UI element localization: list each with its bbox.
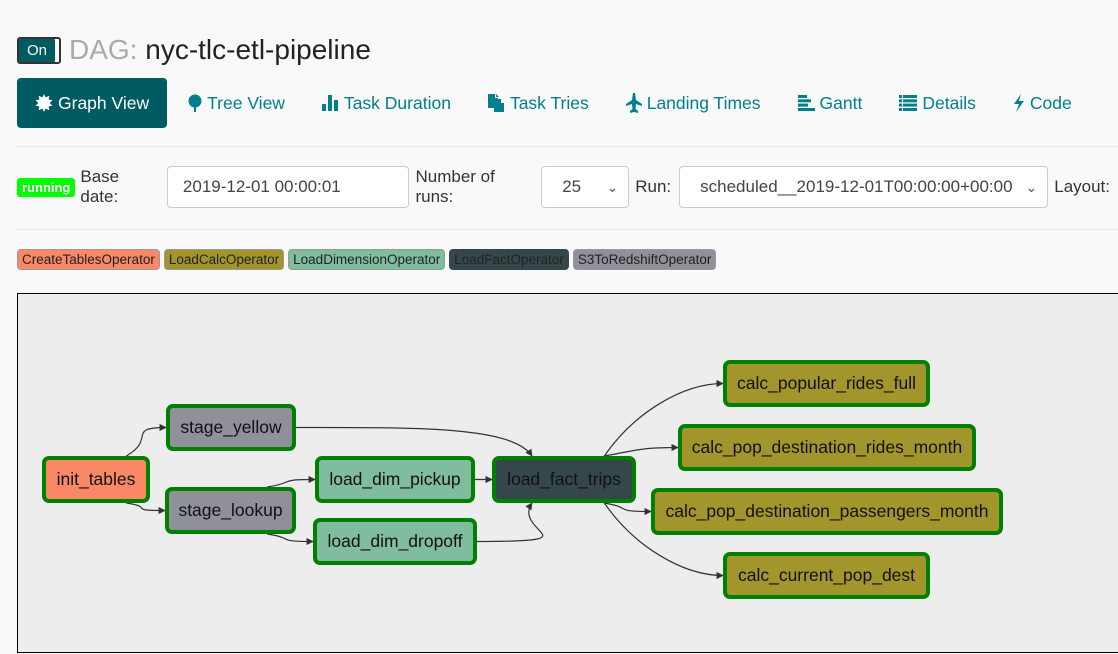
task-label: calc_pop_destination_passengers_month: [665, 501, 989, 521]
task-node-calc-popular-rides-full[interactable]: calc_popular_rides_full: [723, 360, 930, 407]
legend-create-tables-operator[interactable]: CreateTablesOperator: [17, 249, 160, 270]
tree-icon: [188, 94, 202, 112]
run-select[interactable]: scheduled__2019-12-01T00:00:00+00:00 ⌄: [679, 166, 1049, 208]
dag-name: nyc-tlc-etl-pipeline: [145, 34, 371, 65]
task-label: calc_pop_destination_rides_month: [691, 437, 963, 457]
task-node-stage-lookup[interactable]: stage_lookup: [165, 487, 296, 534]
task-label: stage_yellow: [180, 417, 282, 437]
num-runs-label: Number of runs:: [415, 167, 495, 206]
graph-icon: [35, 94, 53, 112]
edge-load-dim-dropoff-to-load-fact-trips: [476, 502, 544, 543]
layout-label: Layout:: [1054, 177, 1110, 196]
edge-init-tables-to-stage-lookup: [126, 502, 166, 515]
task-label: stage_lookup: [178, 500, 283, 520]
legend-s3-to-redshift-operator[interactable]: S3ToRedshiftOperator: [572, 249, 717, 270]
edge-stage-lookup-to-load-dim-dropoff: [267, 533, 314, 546]
task-node-calc-current-pop-dest[interactable]: calc_current_pop_dest: [723, 552, 930, 599]
task-node-load-dim-dropoff[interactable]: load_dim_dropoff: [313, 518, 477, 565]
tab-code[interactable]: Code: [997, 78, 1088, 128]
task-label: calc_popular_rides_full: [737, 373, 916, 393]
run-label: Run:: [635, 177, 672, 196]
num-runs-value: 25: [562, 177, 582, 196]
tab-details[interactable]: Details: [883, 78, 992, 128]
dag-state-badge: running: [17, 177, 76, 197]
view-tabs: Graph View Tree View Task Duration Task …: [17, 78, 1093, 128]
tab-label: Gantt: [819, 92, 863, 113]
dag-on-off-toggle[interactable]: On: [17, 36, 61, 64]
dag-prefix: DAG:: [69, 34, 138, 65]
divider: [17, 146, 1118, 147]
bar-chart-icon: [321, 95, 339, 111]
base-date-label: Base date:: [80, 167, 120, 206]
task-node-calc-pop-destination-passengers-month[interactable]: calc_pop_destination_passengers_month: [651, 488, 1003, 535]
edge-init-tables-to-stage-yellow: [125, 423, 167, 457]
legend-load-fact-operator[interactable]: LoadFactOperator: [449, 249, 569, 270]
tab-landing-times[interactable]: Landing Times: [610, 78, 777, 128]
tab-label: Task Duration: [343, 92, 451, 113]
run-controls: running Base date: 2019-12-01 00:00:01 N…: [17, 166, 1118, 208]
base-date-input[interactable]: 2019-12-01 00:00:01: [166, 166, 410, 208]
edge-stage-lookup-to-load-dim-pickup: [267, 475, 316, 488]
list-icon: [899, 95, 918, 111]
task-label: calc_current_pop_dest: [737, 565, 916, 585]
task-node-load-dim-pickup[interactable]: load_dim_pickup: [315, 456, 475, 503]
num-runs-select[interactable]: 25 ⌄: [541, 166, 630, 208]
files-icon: [487, 94, 505, 112]
bolt-icon: [1013, 94, 1025, 112]
edge-stage-yellow-to-load-fact-trips: [295, 426, 533, 457]
task-label: load_dim_pickup: [329, 469, 461, 489]
tab-graph-view[interactable]: Graph View: [17, 78, 168, 128]
divider: [17, 229, 1118, 230]
tab-gantt[interactable]: Gantt: [782, 78, 879, 128]
run-value: scheduled__2019-12-01T00:00:00+00:00: [700, 177, 1013, 196]
legend-load-calc-operator[interactable]: LoadCalcOperator: [163, 249, 285, 270]
task-node-load-fact-trips[interactable]: load_fact_trips: [492, 456, 636, 503]
task-node-calc-pop-destination-rides-month[interactable]: calc_pop_destination_rides_month: [678, 424, 976, 471]
tab-label: Tree View: [207, 92, 285, 113]
toggle-label: On: [19, 38, 55, 62]
task-label: load_dim_dropoff: [327, 531, 463, 551]
plane-icon: [625, 93, 642, 113]
edge-load-fact-trips-to-calc-pop-destination-rides-month: [604, 443, 679, 457]
task-node-init-tables[interactable]: init_tables: [42, 456, 150, 503]
gantt-icon: [797, 95, 815, 111]
legend-load-dimension-operator[interactable]: LoadDimensionOperator: [288, 249, 446, 270]
task-label: init_tables: [56, 469, 136, 489]
tab-label: Task Tries: [509, 92, 589, 113]
operator-legend: CreateTablesOperator LoadCalcOperator Lo…: [17, 249, 720, 270]
edge-load-fact-trips-to-calc-pop-destination-passengers-month: [604, 502, 652, 516]
base-date-value: 2019-12-01 00:00:01: [182, 177, 341, 196]
dag-header: On DAG: nyc-tlc-etl-pipeline: [17, 32, 371, 68]
tab-tree-view[interactable]: Tree View: [172, 78, 301, 128]
tab-task-duration[interactable]: Task Duration: [306, 78, 467, 128]
task-node-stage-yellow[interactable]: stage_yellow: [166, 404, 296, 451]
task-label: load_fact_trips: [507, 469, 621, 489]
tab-task-tries[interactable]: Task Tries: [472, 78, 605, 128]
tab-label: Code: [1029, 92, 1072, 113]
tab-label: Graph View: [58, 92, 150, 113]
tab-label: Details: [922, 92, 976, 113]
tab-label: Landing Times: [646, 92, 761, 113]
page-title: DAG: nyc-tlc-etl-pipeline: [69, 32, 371, 68]
chevron-down-icon: ⌄: [606, 178, 619, 195]
chevron-down-icon: ⌄: [1025, 178, 1038, 195]
dag-graph-canvas[interactable]: init_tables stage_yellow stage_lookup load_…: [17, 293, 1118, 653]
